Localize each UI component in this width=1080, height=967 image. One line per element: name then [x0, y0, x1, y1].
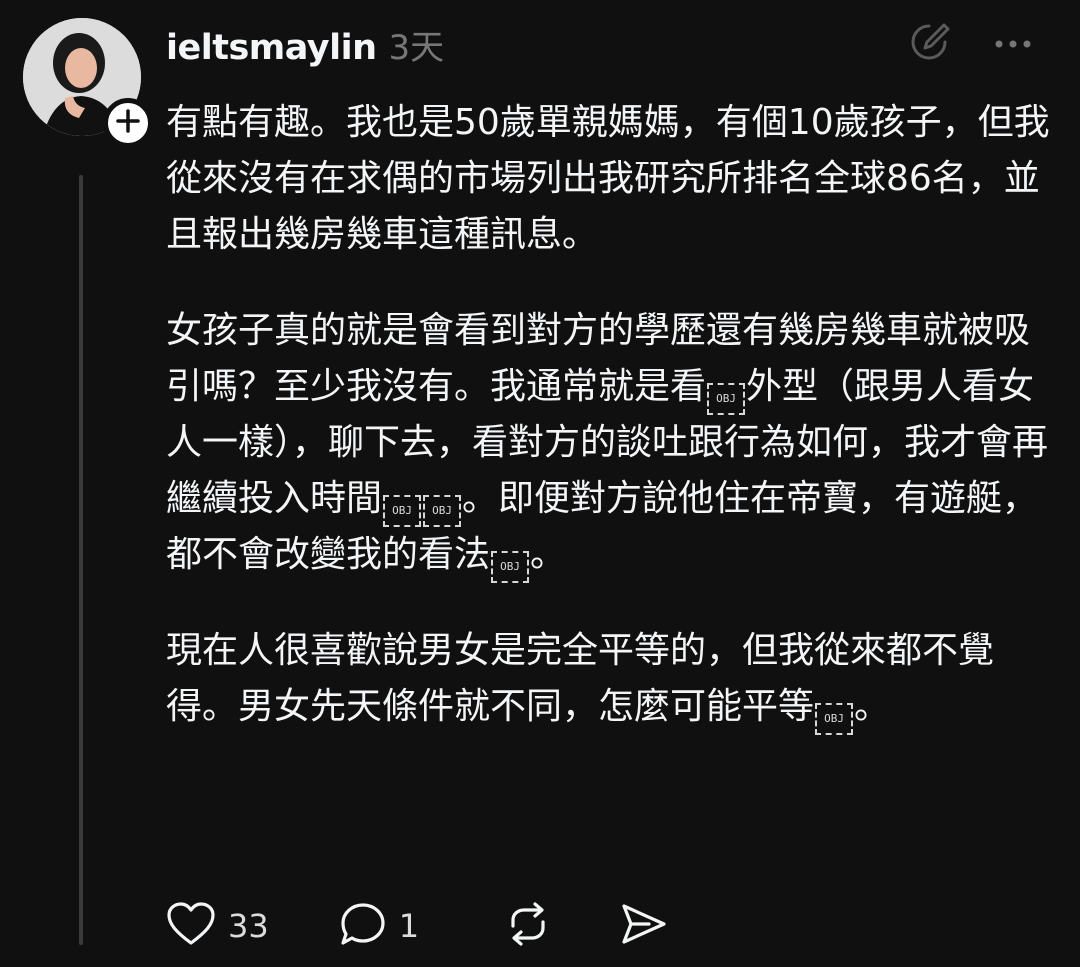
thread-line: [79, 175, 83, 945]
comment-icon: [339, 901, 387, 951]
send-icon: [619, 901, 669, 951]
reply-button[interactable]: 1: [339, 901, 419, 951]
post-paragraph: 女孩子真的就是會看到對方的學歷還有幾房幾車就被吸引嗎？至少我沒有。我通常就是看 O…: [166, 303, 1056, 583]
plus-icon: [115, 108, 141, 138]
header-actions: [905, 20, 1033, 68]
missing-emoji-placeholder: OBJ: [423, 495, 462, 527]
like-button[interactable]: 33: [166, 901, 269, 951]
reply-count: 1: [398, 907, 420, 945]
username[interactable]: ieltsmaylin: [166, 28, 377, 68]
more-button[interactable]: [993, 20, 1033, 68]
post-body: 有點有趣。我也是50歲單親媽媽，有個10歲孩子，但我從來沒有在求偶的市場列出我研…: [166, 95, 1056, 775]
edit-circle-icon: [907, 20, 951, 68]
post-header: ieltsmaylin 3天: [166, 20, 444, 72]
post-paragraph: 現在人很喜歡說男女是完全平等的，但我從來都不覺得。男女先天條件就不同，怎麼可能平…: [166, 623, 1056, 735]
timestamp: 3天: [388, 28, 445, 68]
missing-emoji-placeholder: OBJ: [383, 495, 422, 527]
missing-emoji-placeholder: OBJ: [815, 703, 854, 735]
post-text: 。: [854, 686, 891, 727]
post-text: 有點有趣。我也是50歲單親媽媽，有個10歲孩子，但我從來沒有在求偶的市場列出我研…: [166, 102, 1050, 255]
post-paragraph: 有點有趣。我也是50歲單親媽媽，有個10歲孩子，但我從來沒有在求偶的市場列出我研…: [166, 95, 1056, 263]
post-text: 。: [530, 534, 567, 575]
follow-button[interactable]: [103, 98, 153, 148]
avatar-container: [23, 18, 153, 148]
missing-emoji-placeholder: OBJ: [491, 551, 530, 583]
repost-icon: [503, 900, 553, 952]
thread-post: ieltsmaylin 3天 有點有趣。我也是50歲單親媽媽，有個10歲孩子，但…: [0, 0, 1080, 967]
missing-emoji-placeholder: OBJ: [707, 383, 746, 415]
heart-icon: [166, 901, 216, 951]
more-dots-icon: [993, 35, 1033, 54]
share-button[interactable]: [619, 901, 669, 951]
action-bar: 33 1: [166, 896, 669, 956]
edit-button[interactable]: [905, 20, 953, 68]
repost-button[interactable]: [503, 900, 553, 952]
like-count: 33: [228, 907, 269, 945]
